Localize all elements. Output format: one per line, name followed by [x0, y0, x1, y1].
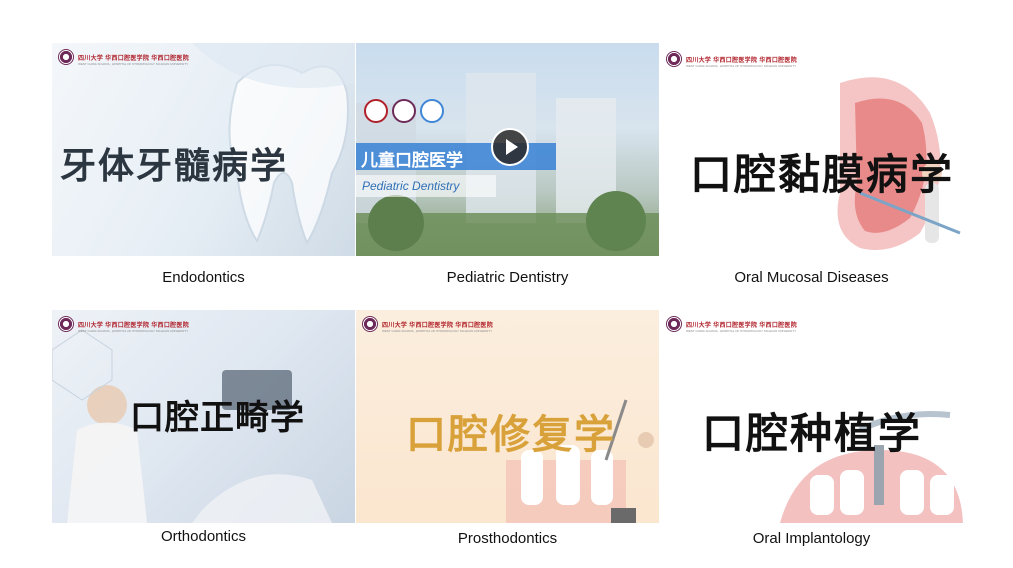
course-caption[interactable]: Orthodontics	[52, 528, 355, 545]
logo-subtext: WEST CHINA SCHOOL, HOSPITAL OF STOMATOLO…	[686, 329, 797, 333]
seal-icon	[666, 51, 682, 67]
course-title-cn: 口腔种植学	[702, 409, 923, 458]
course-caption[interactable]: Endodontics	[52, 269, 355, 286]
course-thumbnail-pediatric-dentistry[interactable]: 儿童口腔医学 Pediatric Dentistry	[356, 43, 659, 256]
course-thumbnail-orthodontics[interactable]: 四川大学 华西口腔医学院 华西口腔医院 WEST CHINA SCHOOL, H…	[52, 310, 355, 523]
seal-icon	[58, 49, 74, 65]
course-caption[interactable]: Prosthodontics	[356, 530, 659, 547]
logo-subtext: WEST CHINA SCHOOL, HOSPITAL OF STOMATOLO…	[382, 329, 493, 333]
seal-icon	[666, 316, 682, 332]
course-subtitle: Pediatric Dentistry	[362, 179, 460, 193]
course-thumbnail-oral-mucosal-diseases[interactable]: 四川大学 华西口腔医学院 华西口腔医院 WEST CHINA SCHOOL, H…	[660, 43, 963, 256]
course-title-cn: 牙体牙髓病学	[60, 146, 289, 187]
course-card-oral-mucosal-diseases[interactable]: 四川大学 华西口腔医学院 华西口腔医院 WEST CHINA SCHOOL, H…	[660, 43, 963, 286]
course-title-cn: 口腔正畸学	[130, 398, 305, 438]
course-card-orthodontics[interactable]: 四川大学 华西口腔医学院 华西口腔医院 WEST CHINA SCHOOL, H…	[52, 310, 355, 545]
seal-icon	[362, 316, 378, 332]
course-card-prosthodontics[interactable]: 四川大学 华西口腔医学院 华西口腔医院 WEST CHINA SCHOOL, H…	[356, 310, 659, 547]
course-thumbnail-oral-implantology[interactable]: 四川大学 华西口腔医学院 华西口腔医院 WEST CHINA SCHOOL, H…	[660, 310, 963, 523]
course-thumbnail-prosthodontics[interactable]: 四川大学 华西口腔医学院 华西口腔医院 WEST CHINA SCHOOL, H…	[356, 310, 659, 523]
logo-text: 四川大学 华西口腔医学院 华西口腔医院	[382, 322, 494, 329]
course-title-cn: 口腔修复学	[406, 412, 616, 458]
play-icon[interactable]	[491, 128, 529, 166]
logo-subtext: WEST CHINA SCHOOL, HOSPITAL OF STOMATOLO…	[78, 329, 189, 333]
course-card-pediatric-dentistry[interactable]: 儿童口腔医学 Pediatric Dentistry Pediatric Den…	[356, 43, 659, 286]
course-title-cn: 儿童口腔医学	[361, 151, 463, 171]
course-title-cn: 口腔黏膜病学	[690, 150, 955, 199]
logo-group	[364, 99, 444, 123]
logo-subtext: WEST CHINA SCHOOL, HOSPITAL OF STOMATOLO…	[686, 64, 797, 68]
course-card-endodontics[interactable]: 四川大学 华西口腔医学院 华西口腔医院 WEST CHINA SCHOOL, H…	[52, 43, 355, 286]
course-thumbnail-endodontics[interactable]: 四川大学 华西口腔医学院 华西口腔医院 WEST CHINA SCHOOL, H…	[52, 43, 355, 256]
logo-text: 四川大学 华西口腔医学院 华西口腔医院	[78, 322, 190, 329]
seal-icon	[58, 316, 74, 332]
course-card-oral-implantology[interactable]: 四川大学 华西口腔医学院 华西口腔医院 WEST CHINA SCHOOL, H…	[660, 310, 963, 547]
university-seal-icon	[392, 99, 416, 123]
logo-text: 四川大学 华西口腔医学院 华西口腔医院	[686, 322, 798, 329]
course-caption[interactable]: Oral Mucosal Diseases	[660, 269, 963, 286]
school-seal-icon	[364, 99, 388, 123]
logo-text: 四川大学 华西口腔医学院 华西口腔医院	[78, 55, 190, 62]
hospital-seal-icon	[420, 99, 444, 123]
logo-subtext: WEST CHINA SCHOOL, HOSPITAL OF STOMATOLO…	[78, 62, 189, 66]
course-caption[interactable]: Pediatric Dentistry	[356, 269, 659, 286]
logo-text: 四川大学 华西口腔医学院 华西口腔医院	[686, 57, 798, 64]
course-caption[interactable]: Oral Implantology	[660, 530, 963, 547]
